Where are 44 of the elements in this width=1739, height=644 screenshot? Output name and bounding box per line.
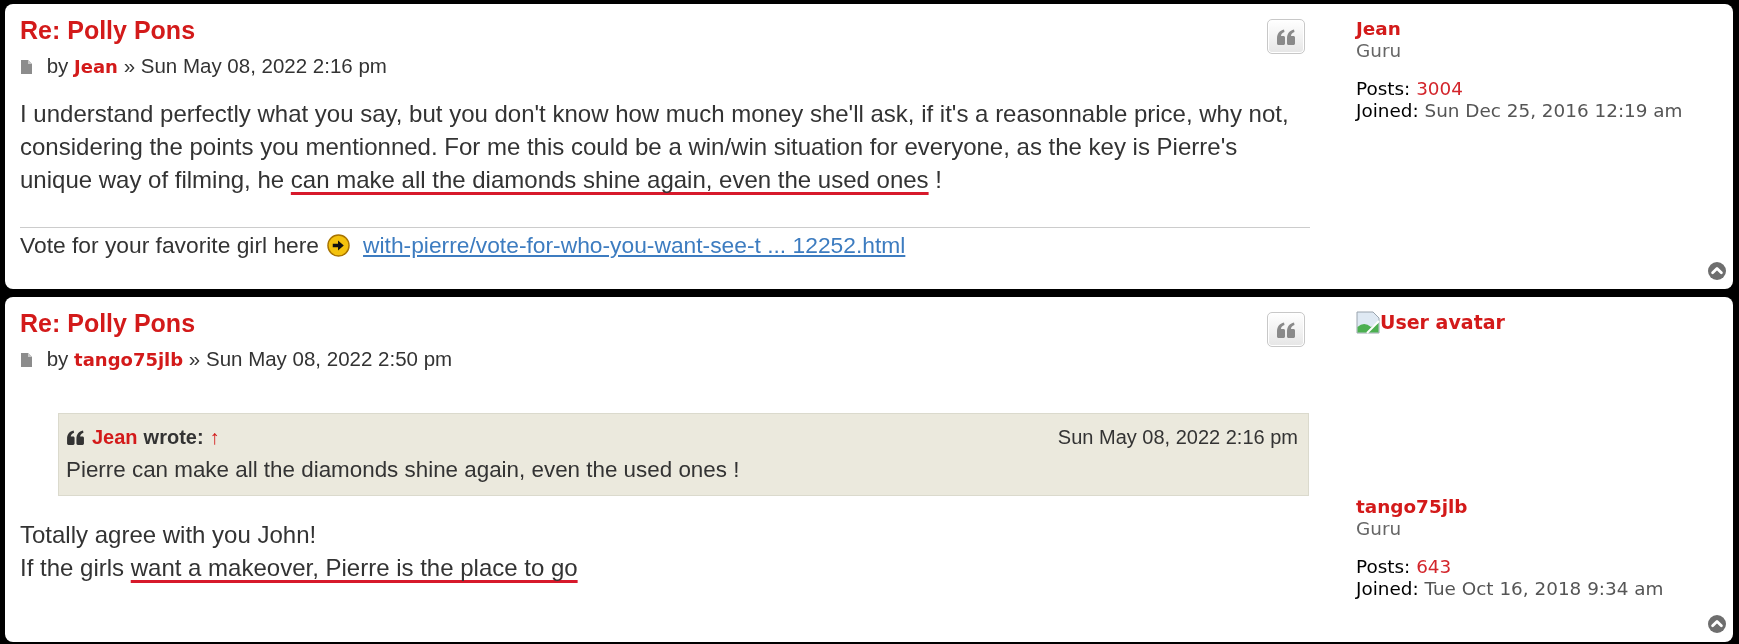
post-title[interactable]: Re: Polly Pons xyxy=(20,310,196,336)
author-link[interactable]: Jean xyxy=(74,56,118,77)
post-text: Totally agree with you John! xyxy=(20,519,318,550)
broken-image-icon xyxy=(1356,311,1380,334)
quote-text: Pierre can make all the diamonds shine again, even the used ones ! xyxy=(66,456,741,484)
posts-label: Posts: xyxy=(1356,555,1411,577)
arrow-right-icon xyxy=(327,233,351,257)
post-date: Sun May 08, 2022 2:16 pm xyxy=(140,54,387,77)
post-text: I understand perfectly what you say, but you don't know how much money she'll ask, if it's a reasonnable price, why not, considering the points you mentionned. For me this could be a win/win situation for everyone, as the key is Pierre's unique way of filming, he can make all the diamonds shine again, even the used ones ! xyxy=(20,98,1290,195)
quote-author-link[interactable]: Jean xyxy=(92,422,138,452)
quote-icon xyxy=(1276,28,1296,45)
joined-date: Tue Oct 16, 2018 9:34 am xyxy=(1424,577,1664,599)
avatar-alt-text[interactable]: User avatar xyxy=(1380,311,1505,333)
back-to-top-icon[interactable] xyxy=(1708,262,1726,280)
profile-username[interactable]: Jean xyxy=(1356,18,1401,40)
jump-to-post-link[interactable]: ↑ xyxy=(209,422,220,452)
post-count-link[interactable]: 643 xyxy=(1416,555,1452,577)
byline-separator: » xyxy=(188,347,201,370)
user-rank: Guru xyxy=(1356,518,1402,540)
quote-button[interactable] xyxy=(1267,19,1305,54)
back-to-top-icon[interactable] xyxy=(1708,614,1726,633)
document-icon[interactable] xyxy=(21,60,32,74)
document-icon[interactable] xyxy=(21,353,32,367)
quote-button[interactable] xyxy=(1267,312,1305,347)
post-text: If the girls want a makeover, Pierre is the place to go xyxy=(20,552,579,583)
posts-label: Posts: xyxy=(1356,77,1411,99)
author-link[interactable]: tango75jlb xyxy=(74,349,184,370)
quote-date: Sun May 08, 2022 2:16 pm xyxy=(1057,425,1298,450)
quote-wrote-label: wrote: xyxy=(143,425,204,450)
post-title[interactable]: Re: Polly Pons xyxy=(20,17,196,43)
post-date: Sun May 08, 2022 2:50 pm xyxy=(205,347,453,370)
user-rank: Guru xyxy=(1356,40,1402,62)
joined-date: Sun Dec 25, 2016 12:19 am xyxy=(1424,99,1683,121)
byline-prefix: by xyxy=(46,347,69,370)
joined-label: Joined: xyxy=(1356,99,1419,121)
quote-icon xyxy=(1276,321,1296,338)
profile-username[interactable]: tango75jlb xyxy=(1356,496,1468,518)
joined-label: Joined: xyxy=(1356,577,1419,599)
quote-icon xyxy=(66,429,85,445)
signature-text: Vote for your favorite girl here xyxy=(20,232,320,258)
signature-link[interactable]: with-pierre/vote-for-who-you-want-see-t ... 12252.html xyxy=(363,232,906,258)
byline-prefix: by xyxy=(46,54,69,77)
post-count-link[interactable]: 3004 xyxy=(1416,77,1463,99)
byline-separator: » xyxy=(123,54,136,77)
